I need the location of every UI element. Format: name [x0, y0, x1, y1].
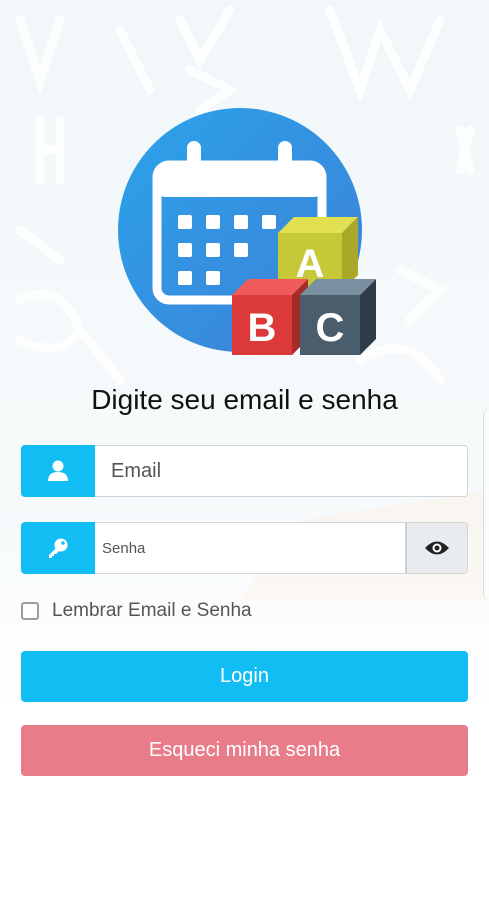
login-button[interactable]: Login: [21, 651, 468, 702]
forgot-password-button[interactable]: Esqueci minha senha: [21, 725, 468, 776]
remember-me[interactable]: Lembrar Email e Senha: [21, 600, 252, 622]
email-field: [21, 445, 468, 497]
eye-icon: [425, 541, 449, 555]
remember-label: Lembrar Email e Senha: [52, 600, 252, 621]
block-b: B: [232, 279, 308, 355]
side-panel-edge: [483, 410, 489, 600]
key-icon: [21, 522, 95, 574]
block-c: C: [300, 279, 376, 355]
toggle-password-button[interactable]: [406, 522, 468, 574]
email-input[interactable]: [95, 445, 468, 497]
block-letter-b: B: [248, 306, 277, 350]
user-icon: [21, 445, 95, 497]
block-letter-c: C: [316, 306, 345, 350]
password-input[interactable]: [95, 522, 406, 574]
page-title: Digite seu email e senha: [91, 384, 398, 415]
password-field: [21, 522, 468, 574]
calendar-abc-logo: A B C: [118, 108, 376, 355]
remember-checkbox[interactable]: [21, 602, 39, 620]
